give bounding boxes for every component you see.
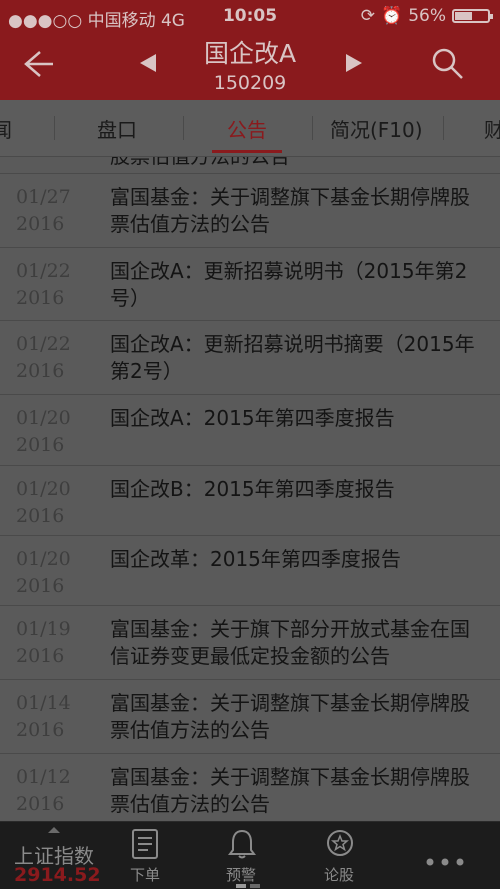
announcement-title: 股票估值方法的公告 [110, 157, 488, 170]
announcement-title: 国企改A：更新招募说明书摘要（2015年第2号） [110, 332, 475, 383]
chat-star-icon [327, 830, 353, 856]
announcement-date: 01/20 2016 [16, 548, 71, 597]
list-item[interactable]: 01/27 2016 富国基金：关于调整旗下基金长期停牌股票估值方法的公告 [0, 174, 500, 248]
expand-caret-icon [48, 827, 60, 833]
stock-title: 国企改A [203, 39, 297, 68]
battery-percent: 56% [408, 6, 446, 26]
tab-divider [183, 116, 184, 140]
tab-news[interactable]: 闻 [0, 114, 12, 143]
market-index-ticker[interactable]: 上证指数 2914.52 [0, 822, 110, 889]
page-indicator [236, 884, 260, 888]
tab-profile-f10[interactable]: 简况(F10) [330, 114, 423, 143]
tab-bar: 闻 盘口 公告 简况(F10) 财 [0, 100, 500, 157]
list-item[interactable]: 01/14 2016 富国基金：关于调整旗下基金长期停牌股票估值方法的公告 [0, 680, 500, 754]
announcement-date: 01/22 2016 [16, 333, 71, 382]
announcement-title: 国企改B：2015年第四季度报告 [110, 477, 395, 501]
announcement-title: 富国基金：关于调整旗下基金长期停牌股票估值方法的公告 [110, 765, 470, 816]
list-item[interactable]: 01/12 2016 富国基金：关于调整旗下基金长期停牌股票估值方法的公告 [0, 754, 500, 821]
list-item[interactable]: 01/22 2016 国企改A：更新招募说明书摘要（2015年第2号） [0, 321, 500, 395]
list-item[interactable]: 01/19 2016 富国基金：关于旗下部分开放式基金在国信证券变更最低定投金额的… [0, 606, 500, 680]
nav-bar: 国企改A 150209 [0, 32, 500, 100]
announcement-title: 富国基金：关于旗下部分开放式基金在国信证券变更最低定投金额的公告 [110, 617, 470, 668]
tab-divider [54, 116, 55, 140]
announcement-date: 01/12 2016 [16, 766, 71, 815]
list-item[interactable]: 01/20 2016 国企改B：2015年第四季度报告 [0, 466, 500, 536]
announcement-title: 国企改A：更新招募说明书（2015年第2号） [110, 259, 468, 310]
alarm-icon: ⏰ [381, 6, 403, 26]
announcement-date: 01/20 2016 [16, 478, 71, 527]
list-item[interactable]: 股票估值方法的公告 [0, 157, 500, 174]
announcement-date: 01/14 2016 [16, 692, 71, 741]
announcement-date: 01/20 2016 [16, 407, 71, 456]
index-value: 2914.52 [14, 864, 101, 886]
document-icon [132, 829, 158, 859]
tab-quotes[interactable]: 盘口 [97, 114, 137, 143]
order-button[interactable]: 下单 [100, 822, 190, 889]
tab-announcements[interactable]: 公告 [227, 114, 267, 143]
tab-divider [312, 116, 313, 140]
bottom-toolbar: 上证指数 2914.52 下单 预警 论股 [0, 821, 500, 889]
status-bar: ●●●○○ 中国移动 4G 10:05 ⟳ ⏰ 56% [0, 0, 500, 32]
rotation-lock-icon: ⟳ [360, 6, 376, 26]
list-item[interactable]: 01/20 2016 国企改革：2015年第四季度报告 [0, 536, 500, 606]
discussion-label: 论股 [323, 866, 354, 884]
status-right: ⟳ ⏰ 56% [360, 6, 493, 26]
search-icon[interactable] [430, 46, 466, 86]
announcement-list: 股票估值方法的公告 01/272016 富国基金：关于调整旗下基金长期停牌股票估… [0, 157, 500, 821]
more-icon[interactable] [425, 852, 465, 871]
announcement-title: 富国基金：关于调整旗下基金长期停牌股票估值方法的公告 [110, 691, 470, 742]
tab-divider [443, 116, 444, 140]
bell-icon [228, 829, 256, 859]
tab-finance[interactable]: 财 [484, 114, 500, 143]
list-item[interactable]: 01/22 2016 国企改A：更新招募说明书（2015年第2号） [0, 248, 500, 321]
alert-label: 预警 [225, 866, 256, 884]
active-tab-indicator [212, 150, 282, 153]
battery-icon [452, 9, 493, 23]
stock-code: 150209 [213, 72, 287, 94]
announcement-title: 国企改革：2015年第四季度报告 [110, 547, 401, 571]
announcement-title: 国企改A：2015年第四季度报告 [110, 406, 395, 430]
alert-button[interactable]: 预警 [196, 822, 286, 889]
announcement-date: 01/19 2016 [16, 618, 71, 667]
order-label: 下单 [129, 866, 160, 884]
announcement-title: 富国基金：关于调整旗下基金长期停牌股票估值方法的公告 [110, 185, 470, 236]
list-item[interactable]: 01/20 2016 国企改A：2015年第四季度报告 [0, 395, 500, 466]
discussion-button[interactable]: 论股 [294, 822, 384, 889]
next-stock-icon[interactable] [344, 52, 364, 78]
announcement-date: 01/22 2016 [16, 260, 71, 309]
announcement-date: 01/27 2016 [16, 186, 71, 235]
